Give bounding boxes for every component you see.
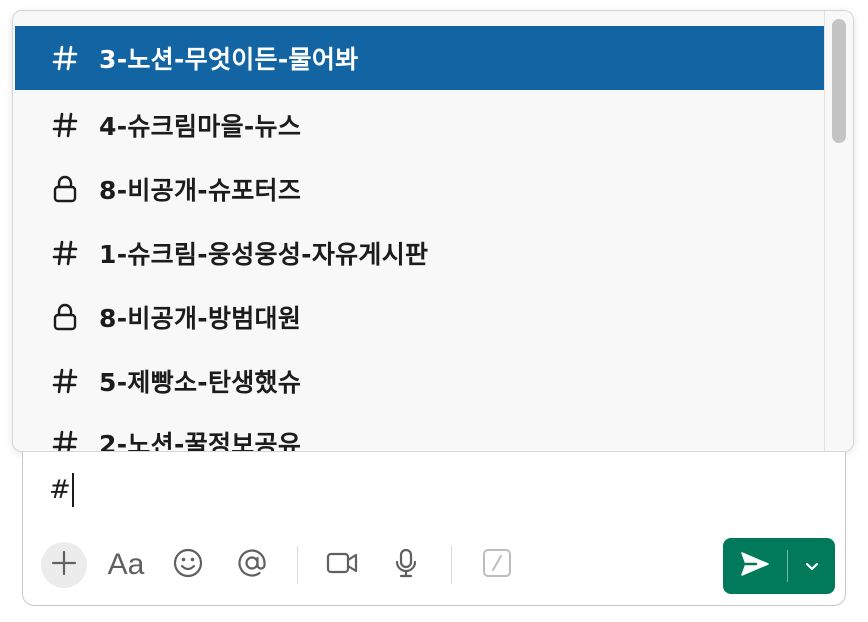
mention-button[interactable]	[229, 542, 275, 588]
hash-icon	[49, 427, 81, 451]
channel-suggestions-list: 3-노션-무엇이든-물어봐 4-슈크림마을-뉴스 8-비공개-슈포터즈 1-슈크…	[13, 11, 825, 451]
hash-icon	[49, 237, 81, 269]
channel-suggestion-item[interactable]: 8-비공개-방범대원	[15, 285, 825, 349]
lock-icon	[49, 173, 81, 205]
channel-suggestion-item[interactable]: 3-노션-무엇이든-물어봐	[15, 26, 825, 90]
channel-name: 3-노션-무엇이든-물어봐	[99, 45, 359, 74]
scrollbar-thumb[interactable]	[832, 19, 846, 143]
channel-name: 2-노션-꿀정보공유	[99, 430, 302, 451]
message-input[interactable]: #	[49, 470, 74, 510]
scrollbar-track[interactable]	[824, 11, 853, 451]
hash-icon	[49, 42, 81, 74]
chevron-down-icon	[804, 557, 820, 576]
channel-suggestion-item[interactable]: 4-슈크림마을-뉴스	[15, 93, 825, 157]
send-button-group	[723, 538, 835, 594]
channel-name: 8-비공개-슈포터즈	[99, 176, 302, 205]
message-composer: # Aa	[22, 452, 846, 606]
at-icon	[236, 547, 268, 583]
smile-icon	[172, 547, 204, 583]
channel-name: 8-비공개-방범대원	[99, 304, 302, 333]
text-caret	[71, 473, 74, 507]
formatting-button[interactable]: Aa	[103, 542, 149, 588]
toolbar-divider	[297, 546, 298, 584]
channel-suggestion-item[interactable]: 8-비공개-슈포터즈	[15, 157, 825, 221]
video-clip-button[interactable]	[319, 542, 365, 588]
toolbar-divider	[451, 546, 452, 584]
channel-suggestion-item[interactable]: 2-노션-꿀정보공유	[15, 411, 825, 451]
emoji-button[interactable]	[165, 542, 211, 588]
channel-suggestions-popup: 3-노션-무엇이든-물어봐 4-슈크림마을-뉴스 8-비공개-슈포터즈 1-슈크…	[12, 10, 854, 452]
plus-icon	[50, 549, 78, 581]
channel-name: 4-슈크림마을-뉴스	[99, 112, 302, 141]
message-input-text: #	[49, 475, 71, 505]
hash-icon	[49, 365, 81, 397]
shortcuts-button[interactable]	[474, 542, 520, 588]
channel-name: 1-슈크림-웅성웅성-자유게시판	[99, 240, 429, 269]
audio-clip-button[interactable]	[383, 542, 429, 588]
channel-suggestion-item[interactable]: 1-슈크림-웅성웅성-자유게시판	[15, 221, 825, 285]
send-options-button[interactable]	[788, 538, 835, 594]
send-icon	[739, 550, 771, 582]
hash-icon	[49, 109, 81, 141]
channel-name: 5-제빵소-탄생했슈	[99, 368, 302, 397]
add-attachment-button[interactable]	[41, 542, 87, 588]
slash-icon	[482, 548, 512, 582]
microphone-icon	[391, 547, 421, 583]
video-icon	[325, 548, 359, 582]
lock-icon	[49, 301, 81, 333]
formatting-label: Aa	[107, 548, 145, 581]
send-button[interactable]	[723, 538, 787, 594]
channel-suggestion-item[interactable]: 5-제빵소-탄생했슈	[15, 349, 825, 413]
